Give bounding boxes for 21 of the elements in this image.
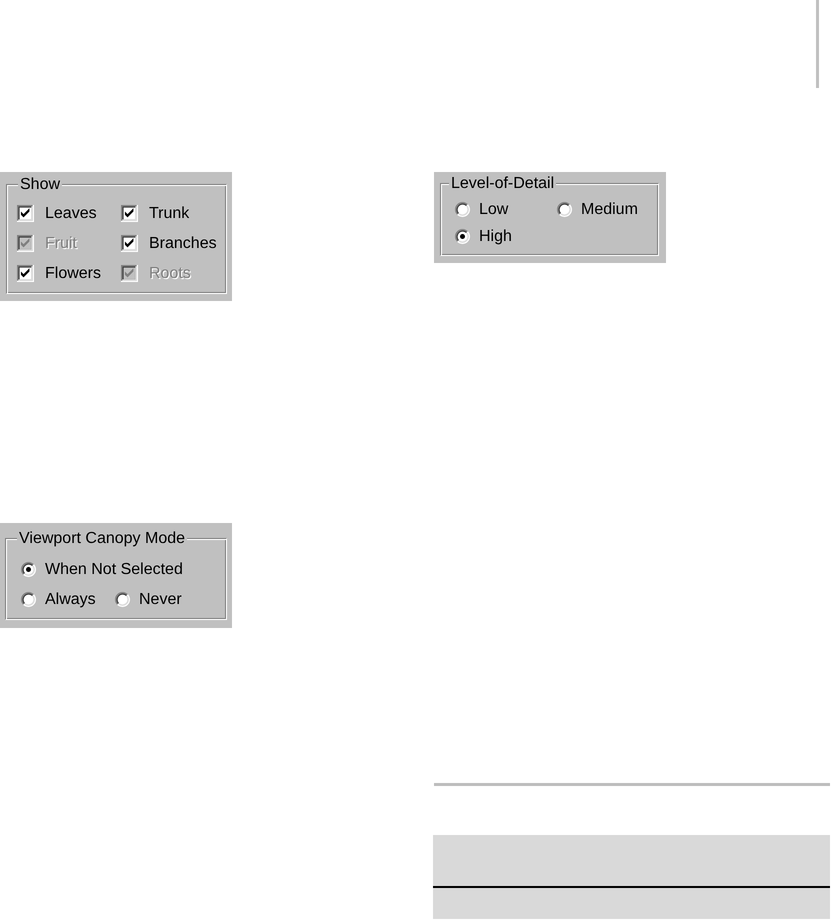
radio-button[interactable] bbox=[21, 592, 36, 606]
checkbox-label[interactable]: Branches bbox=[149, 234, 217, 252]
radio-label[interactable]: When Not Selected bbox=[45, 560, 183, 578]
checkbox-label[interactable]: Trunk bbox=[149, 204, 190, 222]
group-title: Viewport Canopy Mode bbox=[17, 529, 188, 548]
checkbox-label[interactable]: Flowers bbox=[45, 264, 102, 282]
radio-button[interactable] bbox=[455, 202, 470, 217]
radio-label[interactable]: Never bbox=[139, 590, 182, 608]
checkbox[interactable] bbox=[17, 204, 34, 222]
radio-label[interactable]: Medium bbox=[581, 200, 638, 219]
radio-label[interactable]: Always bbox=[45, 590, 96, 608]
radio-button[interactable] bbox=[455, 229, 470, 244]
radio-button[interactable] bbox=[115, 592, 130, 606]
radio-button[interactable] bbox=[21, 562, 36, 576]
radio-button[interactable] bbox=[557, 202, 572, 217]
checkbox[interactable] bbox=[121, 234, 138, 252]
radio-label[interactable]: Low bbox=[479, 200, 508, 219]
checkbox[interactable] bbox=[121, 204, 138, 222]
radio-label[interactable]: High bbox=[479, 227, 512, 246]
checkbox[interactable] bbox=[17, 264, 34, 282]
checkbox-label[interactable]: Leaves bbox=[45, 204, 97, 222]
